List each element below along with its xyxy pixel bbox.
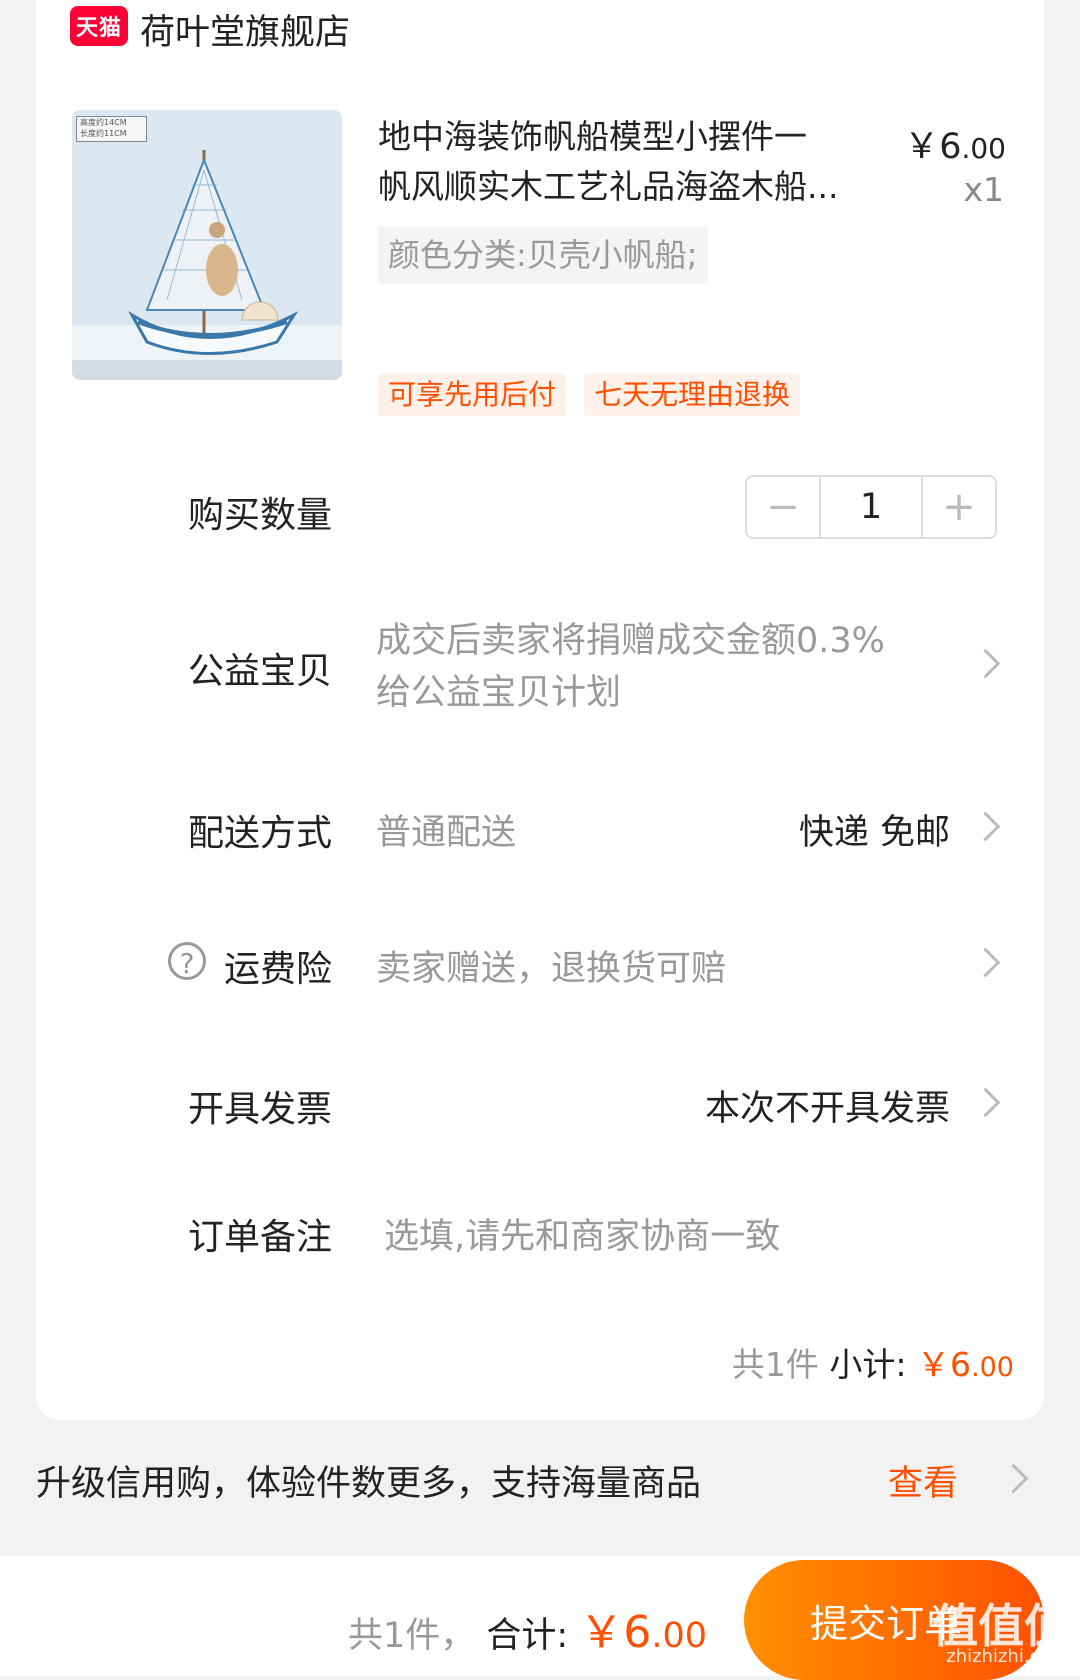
product-image[interactable]: 高度约14CM 长度约11CM [72,110,342,380]
insurance-label: 运费险 [224,949,333,990]
charity-label: 公益宝贝 [188,651,333,692]
product-quantity: x1 [963,170,1004,209]
order-note-input[interactable]: 选填,请先和商家协商一致 [384,1208,780,1259]
quantity-stepper[interactable]: − 1 + [745,475,997,539]
product-spec[interactable]: 颜色分类:贝壳小帆船; [378,226,708,284]
sailboat-illustration [72,110,342,380]
product-title[interactable]: 地中海装饰帆船模型小摆件一 帆风顺实木工艺礼品海盗木船... [378,112,878,212]
charity-description[interactable]: 成交后卖家将捐赠成交金额0.3% 给公益宝贝计划 [376,615,885,719]
credit-upgrade-text: 升级信用购，体验件数更多，支持海量商品 [36,1464,702,1504]
delivery-fee[interactable]: 快递 免邮 [799,804,950,855]
quantity-decrease-button[interactable]: − [747,477,819,537]
help-icon[interactable]: ? [168,942,206,980]
tag-pay-later: 可享先用后付 [378,374,567,416]
watermark-url: zhizhizhi.com [946,1646,1068,1667]
tag-seven-day-return: 七天无理由退换 [584,374,801,416]
delivery-method[interactable]: 普通配送 [376,804,516,855]
purchase-qty-label: 购买数量 [188,495,333,536]
credit-chevron-icon[interactable] [998,1463,1029,1494]
subtotal: 共1件 小计: ￥6.00 [731,1345,1014,1384]
credit-view-link[interactable]: 查看 [888,1455,958,1506]
delivery-label: 配送方式 [188,813,333,854]
order-total: 共1件， 合计: ￥6.00 [348,1607,708,1658]
insurance-value[interactable]: 卖家赠送，退换货可赔 [376,940,726,991]
quantity-increase-button[interactable]: + [923,477,995,537]
product-image-size-label: 高度约14CM 长度约11CM [76,116,147,142]
shop-name[interactable]: 荷叶堂旗舰店 [140,4,350,55]
order-note-label: 订单备注 [188,1217,333,1258]
product-price: ￥6.00 [904,127,1006,167]
quantity-value[interactable]: 1 [819,477,923,537]
invoice-value[interactable]: 本次不开具发票 [705,1080,950,1131]
tmall-logo-icon: 天猫 [70,6,128,46]
invoice-label: 开具发票 [188,1089,333,1130]
